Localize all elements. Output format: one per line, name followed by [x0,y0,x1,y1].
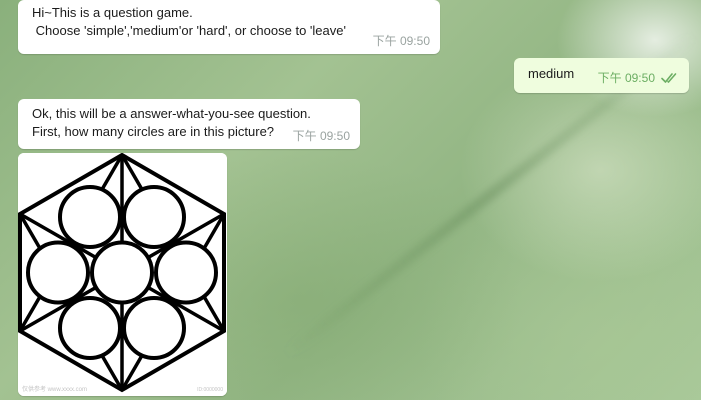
message-time: 下午 09:50 [292,129,350,143]
message-line: First, how many circles are in this pict… [32,124,275,139]
circle [122,185,186,249]
question-image[interactable]: 仅供参考 www.xxxx.com ID:0000000 [18,153,227,396]
message-line: medium [528,66,575,81]
message-meta: 下午 09:50 [598,69,679,89]
outgoing-message-1[interactable]: medium 下午 09:50 [514,58,689,93]
message-line: Choose 'simple','medium'or 'hard', or ch… [32,23,346,38]
circle [154,240,218,305]
hexagon-circles-puzzle-image [18,153,227,396]
circle [122,296,186,360]
circle [26,240,90,305]
message-text: Hi~This is a question game. Choose 'simp… [32,4,431,40]
incoming-message-1[interactable]: Hi~This is a question game. Choose 'simp… [18,0,440,54]
circle [58,296,122,360]
image-watermark: 仅供参考 www.xxxx.com [22,387,88,393]
image-watermark-id: ID:0000000 [197,387,223,393]
message-time: 下午 09:50 [372,34,430,48]
message-line: Hi~This is a question game. [32,5,193,20]
message-line: Ok, this will be a answer-what-you-see q… [32,106,311,121]
circle [90,240,154,305]
circle [58,185,122,249]
incoming-message-2[interactable]: Ok, this will be a answer-what-you-see q… [18,99,360,149]
message-time: 下午 09:50 [597,71,655,85]
double-check-icon [661,71,679,89]
